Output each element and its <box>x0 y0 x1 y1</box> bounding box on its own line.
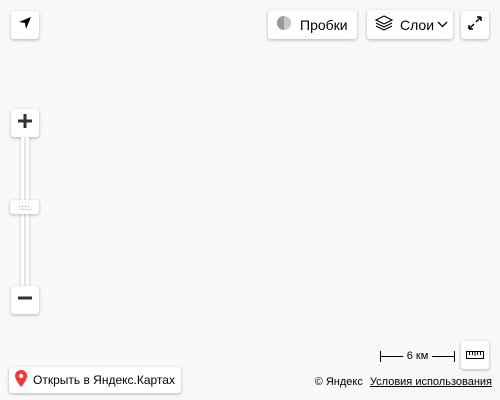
scale-tick-left <box>380 351 381 362</box>
open-in-yandex-maps-label: Открыть в Яндекс.Картах <box>33 373 175 387</box>
zoom-slider-handle[interactable] <box>10 200 39 214</box>
location-pin-icon <box>15 370 27 390</box>
ruler-icon <box>466 346 484 364</box>
map-scale: 6 км <box>380 349 455 363</box>
map-canvas[interactable] <box>0 0 500 400</box>
traffic-button[interactable]: Пробки <box>268 10 357 39</box>
scale-label: 6 км <box>402 349 433 363</box>
grip-icon <box>18 198 31 216</box>
open-in-yandex-maps-button[interactable]: Открыть в Яндекс.Картах <box>9 367 181 393</box>
traffic-light-icon <box>276 15 292 34</box>
chevron-down-icon <box>437 21 448 28</box>
expand-icon <box>468 15 482 35</box>
layers-label: Слои <box>400 16 435 33</box>
scale-tick-right <box>454 351 455 362</box>
plus-icon <box>18 113 32 133</box>
minus-icon <box>18 291 32 310</box>
zoom-out-button[interactable] <box>11 286 39 314</box>
fullscreen-button[interactable] <box>461 11 489 39</box>
layers-button[interactable]: Слои <box>367 10 453 39</box>
copyright-bar: © Яндекс Условия использования <box>315 376 492 388</box>
traffic-label: Пробки <box>300 16 348 33</box>
ruler-button[interactable] <box>461 341 489 369</box>
zoom-in-button[interactable] <box>11 109 39 137</box>
geolocation-button[interactable] <box>11 11 39 39</box>
terms-of-use-link[interactable]: Условия использования <box>370 376 492 388</box>
arrow-navigate-icon <box>18 16 32 35</box>
copyright-text: © Яндекс <box>314 376 363 388</box>
layers-icon <box>374 15 394 34</box>
